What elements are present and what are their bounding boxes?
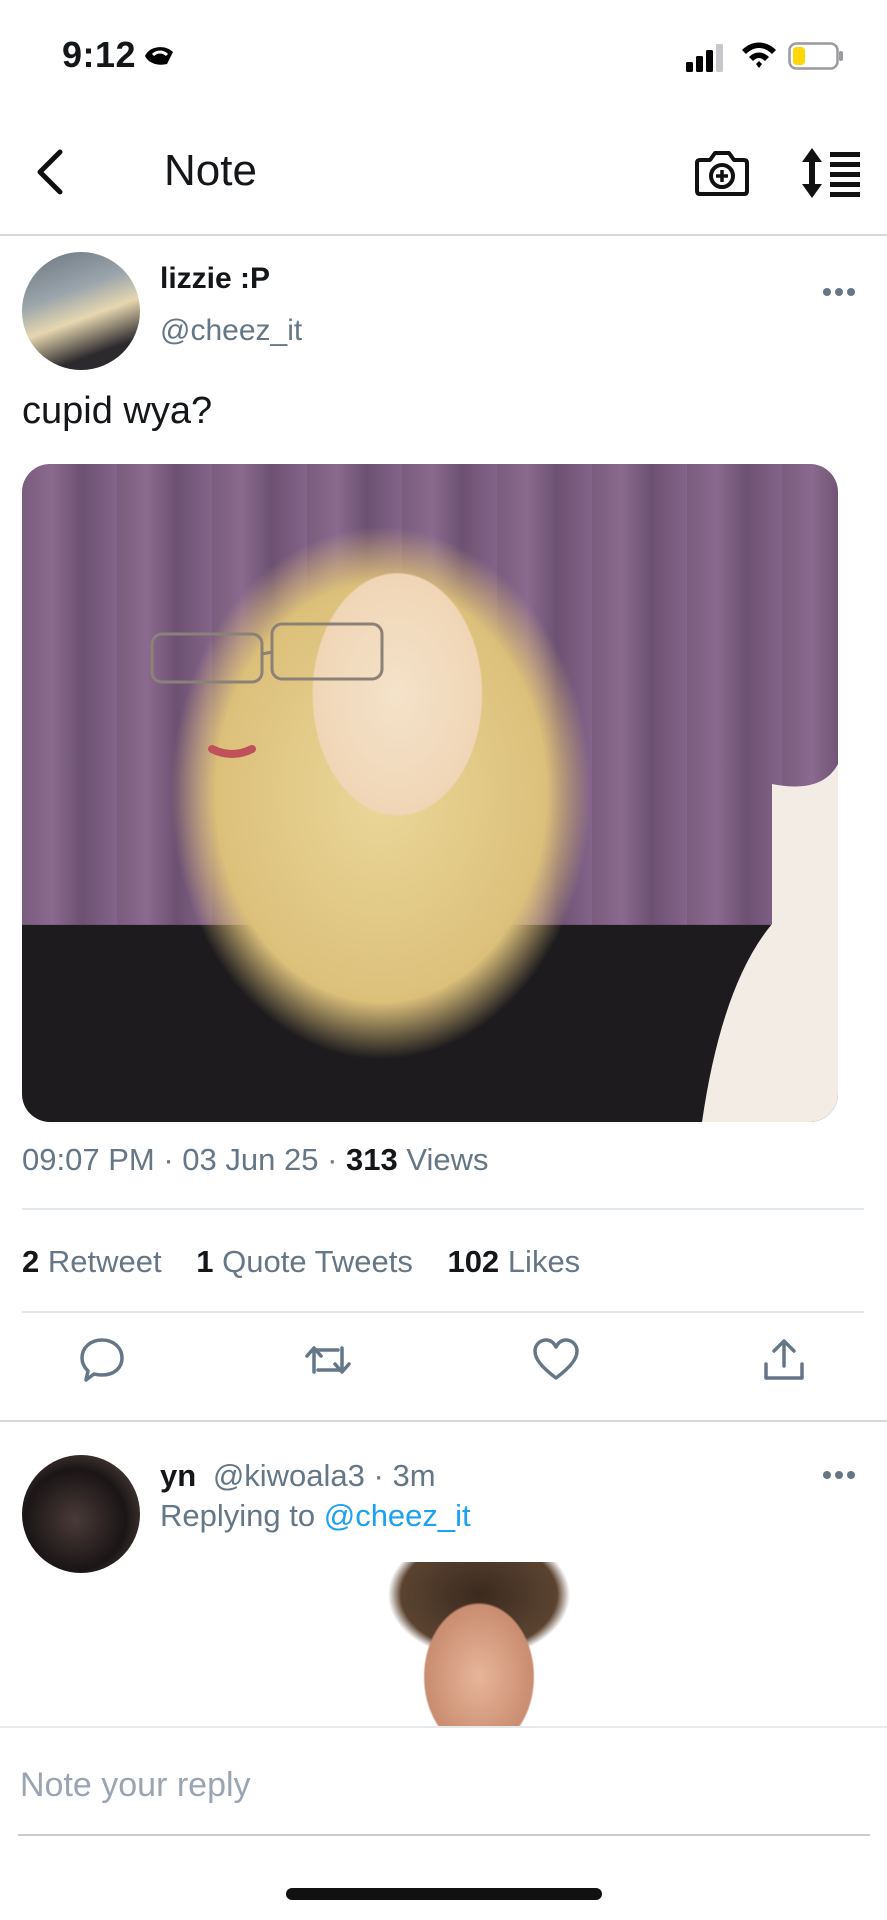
meta-separator: ·	[373, 1458, 393, 1493]
likes-count: 102	[447, 1244, 500, 1279]
tweet-stats: 2 Retweet 1 Quote Tweets 102 Likes	[22, 1244, 606, 1280]
reply-more-options-icon[interactable]	[819, 1468, 859, 1482]
retweets-stat[interactable]: 2 Retweet	[22, 1244, 170, 1279]
section-divider	[0, 1420, 887, 1422]
views-label: Views	[406, 1142, 489, 1177]
page-title: Note	[164, 146, 257, 195]
reply-time: 3m	[392, 1458, 436, 1493]
tweet-date: 03 Jun 25	[182, 1142, 319, 1177]
cellular-signal-icon	[686, 44, 723, 72]
author-name[interactable]: lizzie :P	[160, 262, 270, 296]
status-time: 9:12	[62, 34, 137, 75]
home-indicator[interactable]	[286, 1888, 602, 1900]
tweet-photo[interactable]	[22, 464, 838, 1122]
meta-separator: ·	[163, 1142, 183, 1177]
reply-header: yn @kiwoala3 · 3m	[160, 1458, 436, 1494]
more-options-icon[interactable]	[819, 285, 859, 299]
divider	[22, 1311, 864, 1313]
views-count: 313	[346, 1142, 398, 1177]
replying-to-label: Replying to	[160, 1498, 316, 1533]
tweet-meta: 09:07 PM · 03 Jun 25 · 313 Views	[22, 1142, 489, 1178]
camera-add-icon[interactable]	[694, 146, 750, 198]
battery-icon	[788, 42, 843, 70]
tweet-actions	[0, 1336, 887, 1396]
retweet-icon[interactable]	[304, 1336, 352, 1384]
share-icon[interactable]	[760, 1336, 808, 1384]
tweet-time: 09:07 PM	[22, 1142, 155, 1177]
reply-input[interactable]	[18, 1754, 874, 1816]
sleep-moon-icon	[145, 47, 173, 65]
replying-to-handle[interactable]: @cheez_it	[324, 1498, 471, 1533]
likes-label: Likes	[507, 1244, 581, 1279]
chevron-left-icon[interactable]	[30, 146, 70, 198]
reply-author-handle[interactable]: @kiwoala3	[213, 1458, 365, 1493]
photo-illustration	[150, 622, 838, 1122]
reply-photo[interactable]	[354, 1562, 604, 1726]
comment-icon[interactable]	[78, 1336, 126, 1384]
heart-icon[interactable]	[532, 1336, 580, 1384]
reply-avatar[interactable]	[22, 1455, 140, 1573]
likes-stat[interactable]: 102 Likes	[447, 1244, 580, 1279]
meta-separator: ·	[327, 1142, 346, 1177]
divider	[22, 1208, 864, 1210]
reply-author-name[interactable]: yn	[160, 1458, 196, 1493]
replying-to: Replying to @cheez_it	[160, 1498, 471, 1534]
wifi-icon	[742, 42, 776, 68]
reply-input-underline	[18, 1834, 870, 1836]
status-bar: 9:12	[0, 0, 887, 110]
retweets-count: 2	[22, 1244, 40, 1279]
author-avatar[interactable]	[22, 252, 140, 370]
tweet-text: cupid wya?	[22, 390, 213, 432]
quotes-label: Quote Tweets	[222, 1244, 413, 1279]
quotes-stat[interactable]: 1 Quote Tweets	[196, 1244, 421, 1279]
author-handle[interactable]: @cheez_it	[160, 314, 302, 348]
sort-list-icon[interactable]	[800, 146, 862, 200]
retweets-label: Retweet	[47, 1244, 162, 1279]
quotes-count: 1	[196, 1244, 214, 1279]
navigation-bar: Note	[0, 110, 887, 236]
reply-composer	[0, 1726, 887, 1838]
